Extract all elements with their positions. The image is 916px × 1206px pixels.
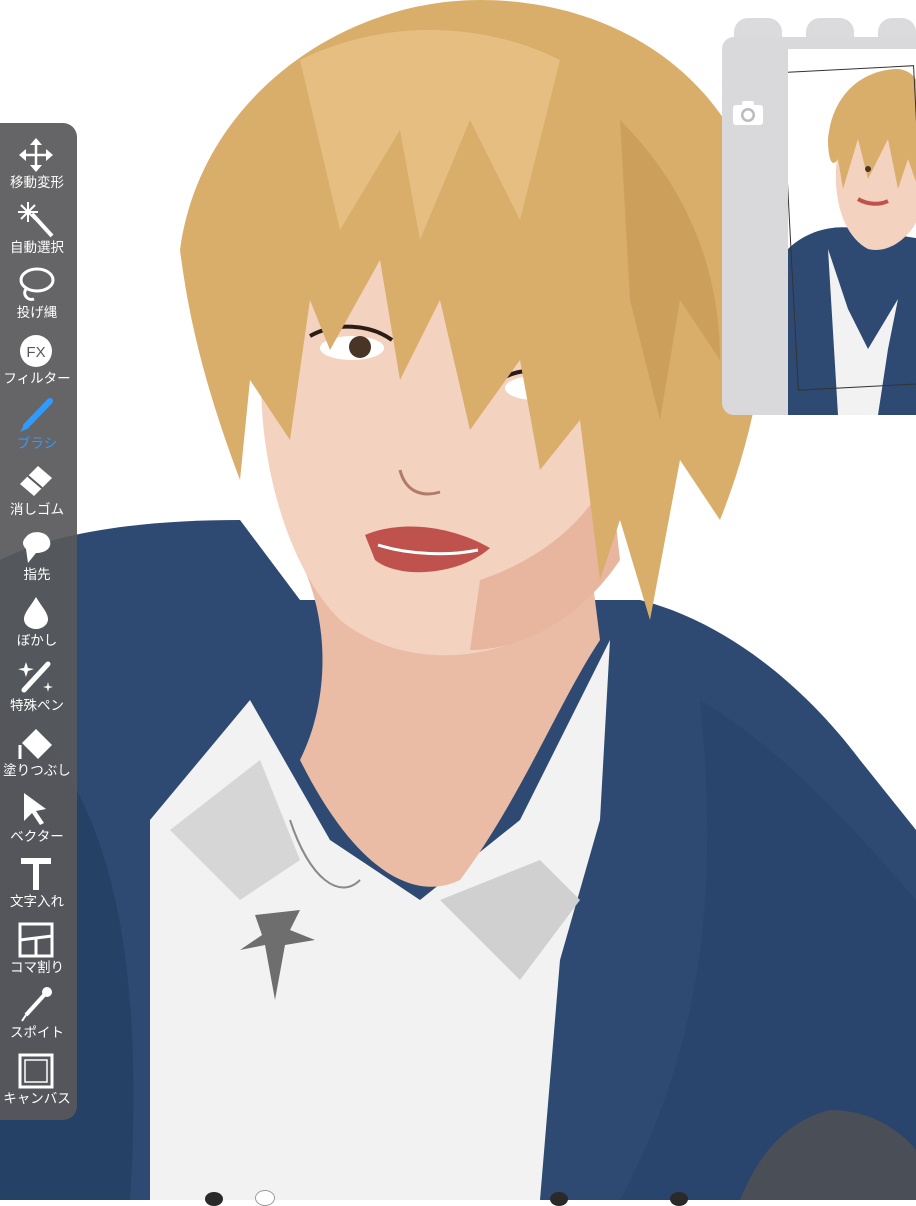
move-icon	[16, 137, 56, 173]
tool-label: 特殊ペン	[10, 698, 64, 714]
tool-label: 塗りつぶし	[3, 763, 71, 779]
text-icon	[16, 856, 56, 892]
tool-special-pen[interactable]: 特殊ペン	[0, 658, 77, 720]
tool-move[interactable]: 移動変形	[0, 135, 77, 197]
canvas-icon	[16, 1053, 56, 1089]
eraser-icon	[16, 464, 56, 500]
bottom-control[interactable]	[670, 1192, 688, 1206]
tool-label: 自動選択	[10, 240, 64, 256]
tool-brush[interactable]: ブラシ	[0, 396, 77, 458]
navigator-panel[interactable]	[722, 37, 916, 415]
brush-icon	[16, 398, 56, 434]
tool-magic-wand[interactable]: 自動選択	[0, 200, 77, 262]
tool-text[interactable]: 文字入れ	[0, 854, 77, 916]
tool-label: 消しゴム	[10, 502, 64, 518]
fx-icon: FX	[16, 333, 56, 369]
tool-canvas[interactable]: キャンバス	[0, 1051, 77, 1113]
blur-drop-icon	[16, 595, 56, 631]
tool-label: 移動変形	[10, 175, 64, 191]
tool-label: 投げ縄	[16, 305, 58, 321]
tool-label: ぼかし	[16, 633, 58, 649]
smudge-icon	[16, 529, 56, 565]
tool-frame-divider[interactable]: コマ割り	[0, 920, 77, 982]
tool-label: フィルター	[3, 371, 71, 387]
tool-eyedropper[interactable]: スポイト	[0, 985, 77, 1047]
frame-divider-icon	[16, 922, 56, 958]
special-pen-icon	[16, 660, 56, 696]
tool-lasso[interactable]: 投げ縄	[0, 265, 77, 327]
tool-label: キャンバス	[3, 1091, 71, 1107]
tool-blur[interactable]: ぼかし	[0, 593, 77, 655]
svg-text:FX: FX	[26, 344, 45, 361]
navigator-thumbnail[interactable]	[788, 49, 916, 415]
bottom-control[interactable]	[205, 1192, 223, 1206]
tool-label: 文字入れ	[10, 894, 64, 910]
tool-fill[interactable]: 塗りつぶし	[0, 723, 77, 785]
tool-label: 指先	[23, 567, 51, 583]
tool-vector[interactable]: ベクター	[0, 789, 77, 851]
bottom-control[interactable]	[255, 1190, 275, 1206]
tool-smudge[interactable]: 指先	[0, 527, 77, 589]
fill-icon	[16, 725, 56, 761]
tool-label: ベクター	[10, 829, 64, 845]
tool-label: ブラシ	[16, 436, 58, 452]
tool-label: コマ割り	[10, 960, 64, 976]
camera-icon[interactable]	[730, 95, 766, 131]
tool-eraser[interactable]: 消しゴム	[0, 462, 77, 524]
tool-filter[interactable]: FX フィルター	[0, 331, 77, 393]
bottom-control[interactable]	[550, 1192, 568, 1206]
vector-arrow-icon	[16, 791, 56, 827]
eyedropper-icon	[16, 987, 56, 1023]
lasso-icon	[16, 267, 56, 303]
magic-wand-icon	[16, 202, 56, 238]
tool-label: スポイト	[10, 1025, 64, 1041]
tool-palette: 移動変形 自動選択 投げ縄 FX フィルター ブラシ 消しゴム 指先 ぼかし 特…	[0, 123, 77, 1120]
